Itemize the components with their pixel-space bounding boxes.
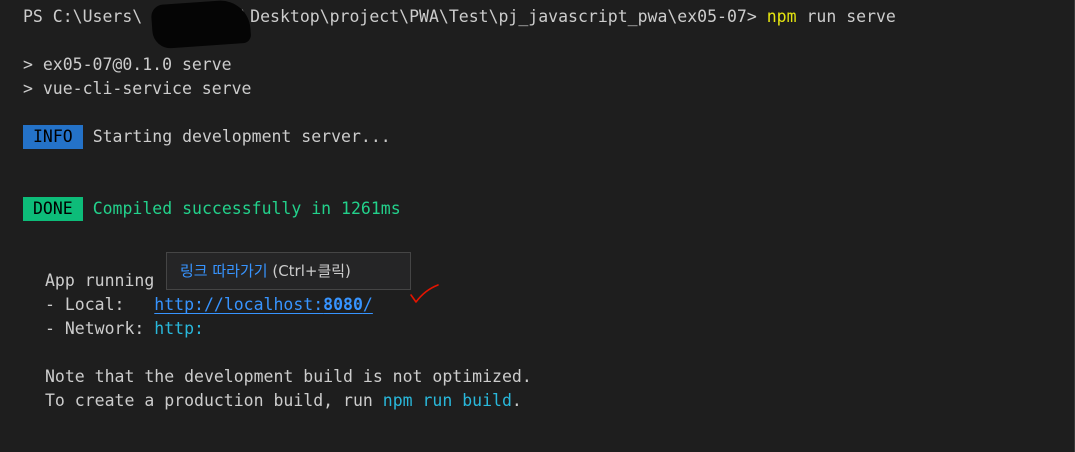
info-line: INFO Starting development server...: [23, 125, 391, 149]
info-message: Starting development server...: [92, 127, 391, 146]
done-message: Compiled successfully in 1261ms: [92, 199, 401, 218]
tooltip-shortcut: (Ctrl+클릭): [267, 262, 351, 280]
build-suffix: .: [511, 391, 522, 410]
command-npm: npm: [766, 7, 797, 26]
local-url-base: http://localhost:: [154, 295, 324, 314]
network-url-link[interactable]: http:: [154, 319, 204, 338]
prompt-prefix: PS C:\Users\: [23, 7, 143, 26]
local-label: - Local:: [45, 295, 155, 314]
follow-link-tooltip: 링크 따라가기 (Ctrl+클릭): [166, 252, 411, 290]
command-args: run serve: [796, 7, 896, 26]
local-line: - Local: http://localhost:8080/: [45, 293, 373, 317]
note-line: Note that the development build is not o…: [45, 367, 532, 386]
network-label: - Network:: [45, 319, 155, 338]
local-url-link[interactable]: http://localhost:8080/: [154, 295, 373, 314]
script-line-1: > ex05-07@0.1.0 serve: [23, 55, 232, 74]
red-checkmark-annotation-icon: [410, 284, 439, 303]
terminal-panel[interactable]: PS C:\Users\ \Desktop\project\PWA\Test\pj…: [0, 0, 1075, 452]
done-badge: DONE: [23, 197, 83, 221]
build-prefix: To create a production build, run: [45, 391, 383, 410]
script-line-2: > vue-cli-service serve: [23, 79, 252, 98]
network-line: - Network: http:: [45, 317, 204, 341]
redaction-scribble: [150, 0, 252, 50]
build-line: To create a production build, run npm ru…: [45, 389, 522, 413]
local-url-port: 8080: [323, 295, 363, 314]
prompt-path: \Desktop\project\PWA\Test\pj_javascript_…: [240, 7, 767, 26]
tooltip-follow-link[interactable]: 링크 따라가기: [180, 262, 268, 280]
info-badge: INFO: [23, 125, 83, 149]
app-running-text: App running: [45, 271, 155, 290]
local-url-tail: /: [362, 295, 373, 314]
build-command: npm run build: [382, 391, 512, 410]
done-line: DONE Compiled successfully in 1261ms: [23, 197, 401, 221]
